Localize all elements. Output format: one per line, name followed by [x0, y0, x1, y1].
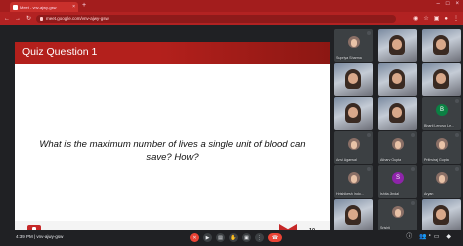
people-count: ● — [428, 233, 431, 237]
participant-tile[interactable] — [334, 97, 373, 130]
lock-icon — [40, 16, 44, 21]
browser-tab[interactable]: Meet - vnv-ajwy-gsw × — [10, 2, 78, 12]
close-window-icon[interactable]: × — [455, 1, 459, 7]
participant-name: Hrishikesh Indo... — [336, 192, 364, 196]
camera-button[interactable]: ▶ — [203, 233, 212, 242]
right-call-controls: ⓘ 👥 ● ▭ ◆ — [406, 233, 451, 242]
camera-icon[interactable]: ◉ — [413, 16, 418, 22]
presentation-slide: Quiz Question 1 What is the maximum numb… — [15, 42, 330, 239]
call-controls: ✕ ▶ ▤ ✋ ▣ ⋮ ☎ — [190, 233, 282, 242]
meeting-info: 4:39 PM | vnv-ajwy-gsw — [16, 234, 64, 239]
avatar: B — [436, 104, 448, 116]
close-tab-icon[interactable]: × — [72, 4, 75, 10]
menu-icon[interactable]: ⋮ — [453, 16, 459, 22]
back-arrow-icon[interactable]: ← — [4, 16, 10, 22]
mic-muted-icon — [455, 167, 459, 171]
participant-name: Supriya Sharma — [336, 56, 362, 60]
call-control-bar: 4:39 PM | vnv-ajwy-gsw ✕ ▶ ▤ ✋ ▣ ⋮ ☎ ⓘ 👥… — [0, 230, 463, 246]
meeting-stage: Quiz Question 1 What is the maximum numb… — [0, 25, 463, 239]
mic-muted-icon — [411, 133, 415, 137]
mic-muted-icon — [455, 133, 459, 137]
avatar — [348, 138, 360, 150]
participant-tile[interactable]: B Bharti Lenovo Le... — [422, 97, 461, 130]
avatar — [348, 36, 360, 48]
participant-tile[interactable]: Anvi Agarwal — [334, 131, 373, 164]
info-icon[interactable]: ⓘ — [406, 233, 412, 242]
participant-name: Bharti Lenovo Le... — [424, 124, 455, 128]
participant-tile[interactable]: Atharv Gupta — [378, 131, 417, 164]
participant-name: Aryan — [424, 192, 434, 196]
participant-tile[interactable] — [378, 29, 417, 62]
avatar — [348, 172, 360, 184]
participant-tile[interactable]: S Ishita Jindal — [378, 165, 417, 198]
participant-name: Prithviraj Gupta — [424, 158, 449, 162]
participant-tile[interactable]: Prithviraj Gupta — [422, 131, 461, 164]
mic-muted-icon — [455, 99, 459, 103]
address-bar[interactable]: meet.google.com/vnv-ajwy-gsw — [36, 14, 397, 23]
mic-muted-icon — [411, 167, 415, 171]
meet-favicon-icon — [13, 4, 18, 10]
quiz-question: What is the maximum number of lives a si… — [39, 139, 306, 163]
participant-grid: Supriya Sharma B Bharti Lenovo Le... Anvi A… — [334, 29, 461, 232]
captions-button[interactable]: ▤ — [216, 233, 225, 242]
participant-tile[interactable]: Supriya Sharma — [334, 29, 373, 62]
more-options-button[interactable]: ⋮ — [255, 233, 264, 242]
star-icon[interactable]: ☆ — [423, 16, 428, 22]
participant-tile[interactable]: Srishti — [378, 199, 417, 232]
mic-muted-icon — [367, 133, 371, 137]
maximize-icon[interactable]: □ — [446, 1, 450, 7]
mic-muted-icon — [367, 167, 371, 171]
people-icon[interactable]: 👥 ● — [419, 233, 430, 242]
extensions-icon[interactable]: ▣ — [434, 16, 440, 22]
browser-toolbar: ← → ↻ meet.google.com/vnv-ajwy-gsw ◉ ☆ ▣… — [0, 12, 463, 25]
participant-name: Atharv Gupta — [380, 158, 402, 162]
participant-tile[interactable] — [334, 63, 373, 96]
participant-tile[interactable] — [378, 63, 417, 96]
tab-title: Meet - vnv-ajwy-gsw — [20, 4, 57, 10]
profile-icon[interactable]: ● — [444, 16, 448, 22]
activities-icon[interactable]: ◆ — [446, 233, 451, 242]
participant-tile[interactable] — [422, 29, 461, 62]
avatar — [392, 138, 404, 150]
mic-muted-icon — [411, 201, 415, 205]
browser-tab-bar: Meet - vnv-ajwy-gsw × + – □ × — [0, 0, 463, 12]
minimize-icon[interactable]: – — [437, 1, 440, 7]
present-button[interactable]: ▣ — [242, 233, 251, 242]
participant-tile[interactable]: Hrishikesh Indo... — [334, 165, 373, 198]
plus-icon[interactable]: + — [82, 2, 86, 10]
avatar — [392, 206, 404, 218]
toolbar-right-icons: ◉ ☆ ▣ ● ⋮ — [413, 16, 459, 22]
mic-off-button[interactable]: ✕ — [190, 233, 199, 242]
participant-name: Ishita Jindal — [380, 192, 399, 196]
participant-tile[interactable] — [422, 63, 461, 96]
reload-icon[interactable]: ↻ — [26, 16, 31, 22]
chat-icon[interactable]: ▭ — [434, 233, 440, 242]
forward-arrow-icon[interactable]: → — [15, 16, 21, 22]
participant-name: Srishti — [380, 226, 390, 230]
participant-name: Anvi Agarwal — [336, 158, 357, 162]
avatar — [436, 138, 448, 150]
end-call-button[interactable]: ☎ — [268, 233, 282, 242]
avatar — [436, 172, 448, 184]
participant-tile[interactable]: Aryan — [422, 165, 461, 198]
slide-title: Quiz Question 1 — [22, 46, 98, 58]
window-controls: – □ × — [437, 1, 459, 7]
participant-tile[interactable] — [378, 97, 417, 130]
participant-tile[interactable] — [422, 199, 461, 232]
raise-hand-button[interactable]: ✋ — [229, 233, 238, 242]
mic-muted-icon — [367, 31, 371, 35]
avatar: S — [392, 172, 404, 184]
participant-tile[interactable] — [334, 199, 373, 232]
url-text: meet.google.com/vnv-ajwy-gsw — [46, 16, 109, 21]
